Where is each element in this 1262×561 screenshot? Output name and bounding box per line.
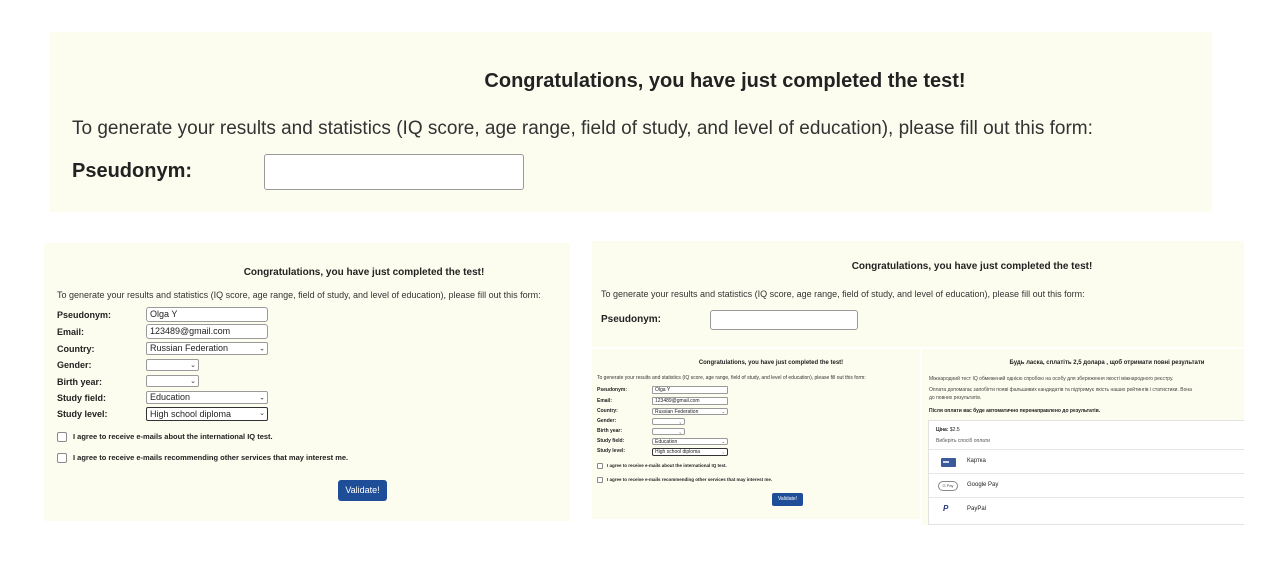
inner-email-input[interactable]: 123489@gmail.com [652,397,728,405]
inner-study-level-value: High school diploma [655,449,701,455]
chevron-down-icon: ⌄ [259,410,265,417]
payment-title: Будь ласка, сплатіть 2,5 долара , щоб от… [1009,360,1205,366]
left-study-level-value: High school diploma [150,409,232,419]
left-consent1-label: I agree to receive e-mails about the int… [73,432,273,441]
chevron-down-icon: ⌄ [721,438,725,444]
left-study-field-label: Study field: [57,393,106,403]
payment-option-card[interactable]: Картка [929,449,1244,473]
chevron-down-icon: ⌄ [259,394,265,401]
card-icon [941,458,956,467]
left-validate-button[interactable]: Validate! [338,480,387,501]
inner-country-select[interactable]: Russian Federation ⌄ [652,408,728,415]
chevron-down-icon: ⌄ [259,345,265,352]
right-pseudonym-input[interactable] [710,310,858,330]
inner-intro: To generate your results and statistics … [597,375,866,381]
inner-study-field-label: Study field: [597,438,625,444]
left-gender-select[interactable]: ⌄ [146,359,199,371]
paypal-icon: P [943,504,949,513]
inner-study-field-select[interactable]: Education ⌄ [652,438,728,445]
choose-method-label: Виберіть спосіб оплати [936,438,990,444]
chevron-down-icon: ⌄ [721,408,725,414]
price-value: $2.5 [949,427,960,433]
left-title: Congratulations, you have just completed… [243,267,485,278]
payment-option-paypal-label: PayPal [967,506,987,512]
inner-form-panel: Congratulations, you have just completed… [592,349,920,519]
inner-email-label: Email: [597,398,613,404]
chevron-down-icon: ⌄ [678,429,682,434]
price-label: Ціна: [936,427,949,433]
top-intro: To generate your results and statistics … [72,118,1093,139]
inner-study-level-label: Study level: [597,448,626,454]
payment-redirect-note: Після оплати вас буде автоматично перена… [929,408,1101,414]
left-birth-year-select[interactable]: ⌄ [146,375,199,387]
inner-pseudonym-label: Pseudonym: [597,387,628,393]
left-consent2-label: I agree to receive e-mails recommending … [73,453,349,462]
left-study-level-select[interactable]: High school diploma ⌄ [146,407,268,421]
inner-consent1-checkbox[interactable] [597,463,603,469]
chevron-down-icon: ⌄ [721,449,725,455]
inner-country-value: Russian Federation [655,409,699,415]
top-pseudonym-input[interactable] [264,154,524,190]
inner-consent1-label: I agree to receive e-mails about the int… [607,463,727,468]
top-pseudonym-label: Pseudonym: [72,160,193,182]
payment-line3: до повних результатів. [929,395,982,401]
payment-option-paypal[interactable]: P PayPal [929,497,1244,523]
left-country-select[interactable]: Russian Federation ⌄ [146,342,268,355]
right-form-panel: Congratulations, you have just completed… [592,241,1244,347]
inner-validate-button[interactable]: Validate! [772,493,803,506]
left-form-panel: Congratulations, you have just completed… [44,243,570,521]
payment-box: Ціна: $2.5 Виберіть спосіб оплати Картка… [928,420,1244,525]
google-pay-icon: G Pay [938,481,958,491]
payment-panel: Будь ласка, сплатіть 2,5 долара , щоб от… [922,349,1244,525]
inner-birth-year-select[interactable]: ⌄ [652,428,685,435]
inner-title: Congratulations, you have just completed… [698,360,844,366]
inner-study-field-value: Education [655,439,678,445]
left-birth-year-label: Birth year: [57,377,103,387]
payment-option-google-pay-label: Google Pay [967,482,999,488]
top-title: Congratulations, you have just completed… [484,70,966,92]
right-intro: To generate your results and statistics … [601,289,1085,299]
inner-gender-label: Gender: [597,418,617,424]
top-form-panel: Congratulations, you have just completed… [50,32,1212,212]
payment-option-google-pay[interactable]: G Pay Google Pay [929,473,1244,497]
left-consent2-checkbox[interactable] [57,453,67,463]
right-pseudonym-label: Pseudonym: [601,314,662,325]
inner-consent2-checkbox[interactable] [597,477,603,483]
chevron-down-icon: ⌄ [678,419,682,424]
left-pseudonym-input[interactable]: Olga Y [146,307,268,322]
inner-gender-select[interactable]: ⌄ [652,418,685,425]
chevron-down-icon: ⌄ [190,362,196,369]
price-row: Ціна: $2.5 [936,427,960,433]
left-country-value: Russian Federation [150,343,229,353]
left-pseudonym-label: Pseudonym: [57,310,112,320]
left-study-field-value: Education [150,392,191,402]
payment-line1: Міжнародний тест IQ обмежений однією спр… [929,376,1174,382]
payment-line2: Оплата допомагає запобігти появі фальшив… [929,387,1192,393]
left-country-label: Country: [57,344,95,354]
left-study-field-select[interactable]: Education ⌄ [146,391,268,404]
left-study-level-label: Study level: [57,409,108,419]
left-gender-label: Gender: [57,360,92,370]
left-email-input[interactable]: 123489@gmail.com [146,324,268,339]
inner-country-label: Country: [597,408,618,414]
inner-pseudonym-input[interactable]: Olga Y [652,386,728,394]
inner-consent2-label: I agree to receive e-mails recommending … [607,477,773,482]
left-consent1-checkbox[interactable] [57,432,67,442]
chevron-down-icon: ⌄ [190,378,196,385]
inner-study-level-select[interactable]: High school diploma ⌄ [652,448,728,456]
right-title: Congratulations, you have just completed… [851,261,1093,272]
left-email-label: Email: [57,327,85,337]
left-intro: To generate your results and statistics … [57,290,541,300]
inner-birth-year-label: Birth year: [597,428,623,434]
payment-option-card-label: Картка [967,458,986,464]
